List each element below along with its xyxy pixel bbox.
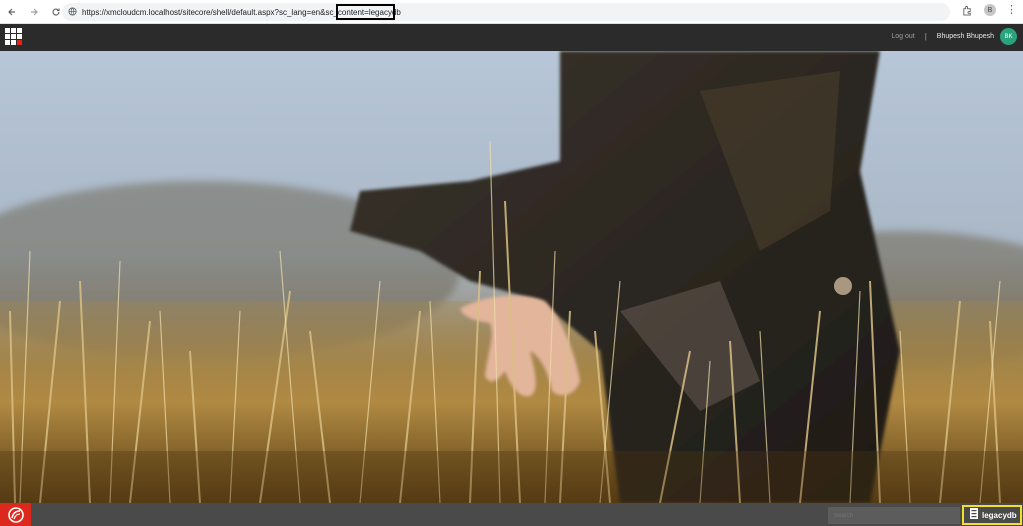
sitecore-logo[interactable] xyxy=(0,503,31,526)
username[interactable]: Bhupesh Bhupesh xyxy=(937,33,994,40)
logout-link[interactable]: Log out xyxy=(891,33,914,40)
launchpad-grid-icon[interactable] xyxy=(5,28,23,46)
database-icon xyxy=(970,506,978,524)
database-label: legacydb xyxy=(982,510,1017,520)
sitecore-taskbar: legacydb xyxy=(0,503,1023,526)
forward-arrow-icon[interactable] xyxy=(24,2,44,22)
back-arrow-icon[interactable] xyxy=(2,2,22,22)
user-avatar[interactable]: BK xyxy=(1000,28,1017,45)
site-info-icon[interactable] xyxy=(68,3,77,21)
header-separator: | xyxy=(924,32,927,41)
database-selector[interactable]: legacydb xyxy=(962,505,1022,525)
desktop-background-image xyxy=(0,51,1023,503)
url-highlight-box xyxy=(336,4,395,20)
kebab-menu-icon[interactable]: ⋮ xyxy=(1006,4,1017,16)
browser-toolbar: https://xmcloudcm.localhost/sitecore/she… xyxy=(0,0,1023,24)
puzzle-icon[interactable] xyxy=(960,3,974,17)
profile-avatar[interactable]: B xyxy=(984,4,996,16)
search-input[interactable] xyxy=(828,507,960,524)
sitecore-header: Log out | Bhupesh Bhupesh BK xyxy=(0,24,1023,51)
address-bar[interactable]: https://xmcloudcm.localhost/sitecore/she… xyxy=(62,3,950,21)
